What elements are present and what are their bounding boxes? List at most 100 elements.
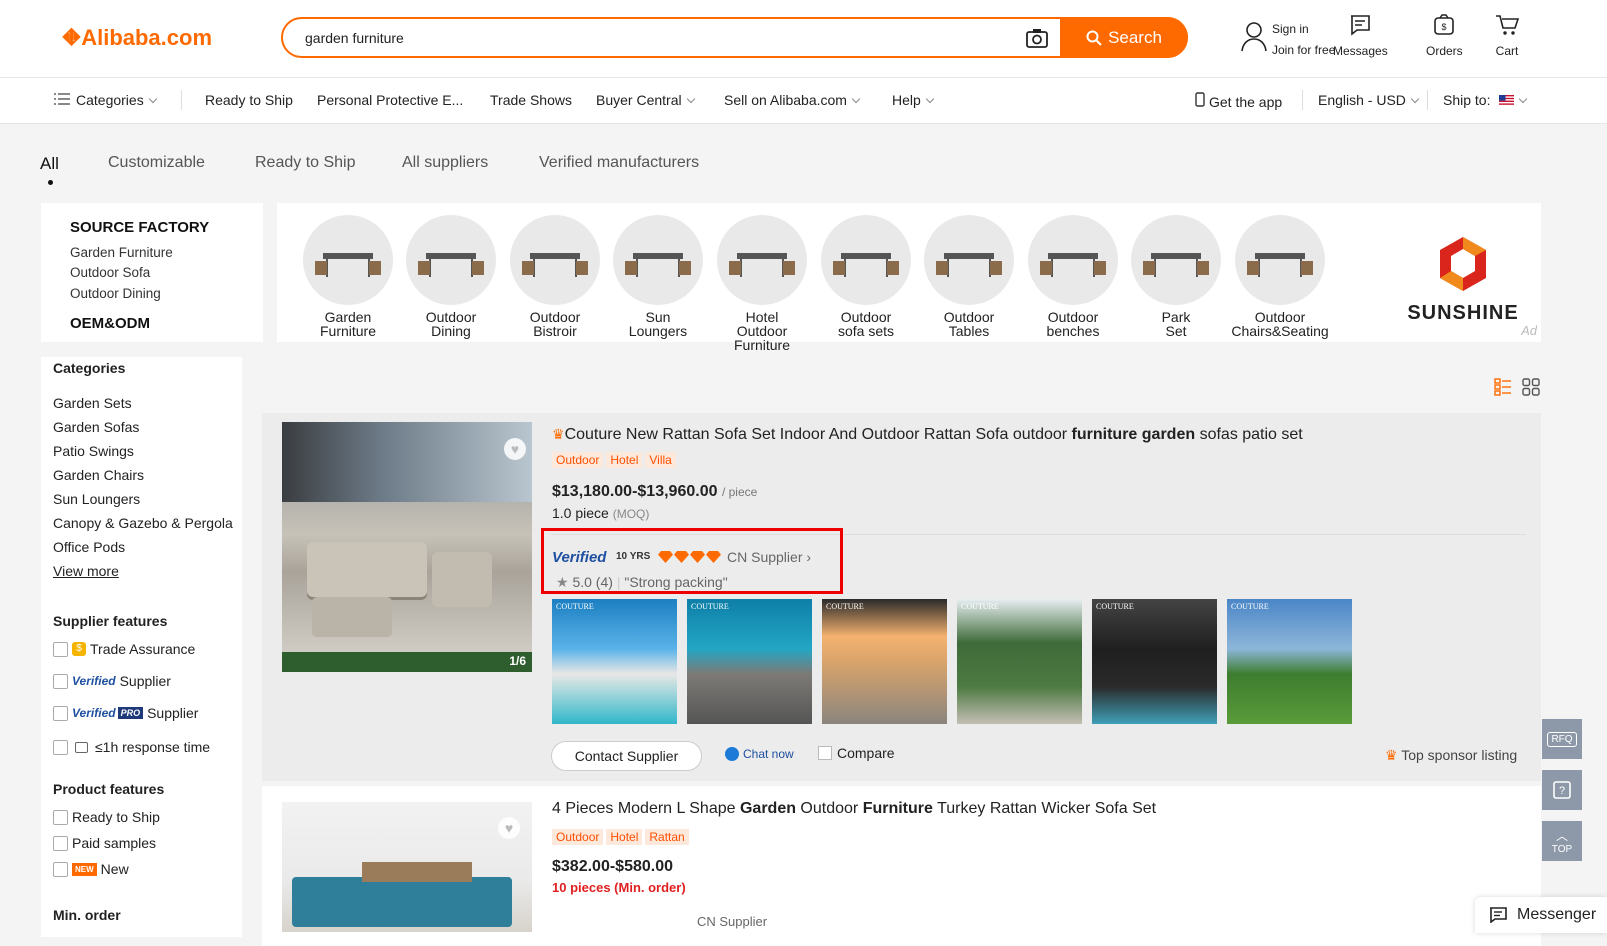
ad-category-item[interactable]: Hotel Outdoor Furniture bbox=[707, 215, 817, 352]
checkbox[interactable] bbox=[53, 673, 68, 689]
nav-help[interactable]: Help bbox=[892, 92, 935, 108]
join-link[interactable]: Join for free bbox=[1272, 43, 1335, 57]
checkbox[interactable] bbox=[53, 705, 68, 721]
checkbox[interactable] bbox=[53, 835, 68, 851]
view-more-link[interactable]: View more bbox=[53, 563, 119, 579]
category-garden-sets[interactable]: Garden Sets bbox=[53, 395, 132, 411]
categories-menu[interactable]: Categories bbox=[54, 92, 157, 108]
back-to-top-button[interactable]: ︿ TOP bbox=[1542, 821, 1582, 861]
alibaba-logo[interactable]: ⛖Alibaba.com bbox=[62, 24, 212, 52]
compare-checkbox[interactable]: Compare bbox=[818, 745, 895, 761]
ad-link-outdoor-sofa[interactable]: Outdoor Sofa bbox=[70, 265, 150, 280]
ad-category-image bbox=[924, 215, 1014, 305]
ad-category-item[interactable]: Outdoor Tables bbox=[914, 215, 1024, 338]
category-sun-loungers[interactable]: Sun Loungers bbox=[53, 491, 140, 507]
tab-ready-to-ship[interactable]: Ready to Ship bbox=[255, 154, 356, 172]
chevron-down-icon bbox=[686, 94, 695, 104]
filter-response-time[interactable]: ≤1h response time bbox=[53, 739, 210, 755]
thumbnail-4[interactable]: COUTURE bbox=[957, 599, 1082, 724]
product-image[interactable] bbox=[282, 802, 532, 932]
ship-to-selector[interactable]: Ship to: bbox=[1443, 92, 1528, 108]
thumbnail-2[interactable]: COUTURE bbox=[687, 599, 812, 724]
filter-verified-supplier[interactable]: Verified Supplier bbox=[53, 673, 171, 689]
thumbnail-3[interactable]: COUTURE bbox=[822, 599, 947, 724]
category-garden-chairs[interactable]: Garden Chairs bbox=[53, 467, 144, 483]
checkbox[interactable] bbox=[53, 861, 68, 877]
supplier-type-link[interactable]: CN Supplier bbox=[697, 914, 767, 929]
nav-trade-shows[interactable]: Trade Shows bbox=[490, 92, 572, 108]
language-selector[interactable]: English - USD bbox=[1318, 92, 1420, 108]
checkbox[interactable] bbox=[53, 739, 68, 755]
get-app-link[interactable]: Get the app bbox=[1195, 92, 1282, 110]
list-view-icon[interactable] bbox=[1494, 378, 1512, 396]
ad-category-item[interactable]: Sun Loungers bbox=[603, 215, 713, 338]
tab-verified-manufacturers[interactable]: Verified manufacturers bbox=[539, 154, 699, 172]
ad-category-item[interactable]: Outdoor Chairs&Seating bbox=[1225, 215, 1335, 338]
thumbnail-6[interactable]: COUTURE bbox=[1227, 599, 1352, 724]
filter-verified-pro-supplier[interactable]: Verified PRO Supplier bbox=[53, 705, 198, 721]
supplier-features-heading: Supplier features bbox=[53, 613, 168, 629]
contact-supplier-button[interactable]: Contact Supplier bbox=[551, 741, 702, 771]
nav-help-label: Help bbox=[892, 92, 921, 108]
ad-banner[interactable]: SOURCE FACTORY Garden Furniture Outdoor … bbox=[41, 203, 1541, 352]
nav-buyer-central[interactable]: Buyer Central bbox=[596, 92, 695, 108]
favorite-heart-icon[interactable]: ♥ bbox=[498, 817, 520, 839]
ad-category-item[interactable]: Outdoor benches bbox=[1018, 215, 1128, 338]
chevron-right-icon: › bbox=[806, 549, 812, 565]
search-button[interactable]: Search bbox=[1060, 17, 1188, 58]
nav-sell[interactable]: Sell on Alibaba.com bbox=[724, 92, 861, 108]
ad-category-item[interactable]: Outdoor Bistroir bbox=[500, 215, 610, 338]
checkbox[interactable] bbox=[53, 641, 68, 657]
cart-menu[interactable]: Cart bbox=[1495, 14, 1520, 58]
sunshine-brand[interactable]: SUNSHINE bbox=[1388, 235, 1538, 325]
sign-in-link[interactable]: Sign in bbox=[1272, 22, 1335, 36]
category-office-pods[interactable]: Office Pods bbox=[53, 539, 125, 555]
new-badge: NEW bbox=[72, 862, 97, 876]
filter-paid-samples[interactable]: Paid samples bbox=[53, 835, 156, 851]
category-patio-swings[interactable]: Patio Swings bbox=[53, 443, 134, 459]
product-image[interactable]: 1/6 bbox=[282, 422, 532, 672]
search-button-label: Search bbox=[1108, 27, 1162, 47]
tab-all[interactable]: All bbox=[40, 154, 59, 174]
filter-new[interactable]: NEW New bbox=[53, 861, 129, 877]
ad-category-item[interactable]: Outdoor sofa sets bbox=[811, 215, 921, 338]
nav-ready-to-ship[interactable]: Ready to Ship bbox=[205, 92, 293, 108]
camera-icon[interactable] bbox=[1026, 28, 1048, 48]
verified-badge[interactable]: Verified bbox=[552, 549, 606, 566]
thumbnail-5[interactable]: COUTURE bbox=[1092, 599, 1217, 724]
feedback-icon[interactable]: ? bbox=[1542, 770, 1582, 810]
ad-category-image bbox=[303, 215, 393, 305]
thumb-brand: COUTURE bbox=[1096, 602, 1134, 611]
image-counter: 1/6 bbox=[509, 654, 526, 668]
supplier-rating[interactable]: ★ 5.0 (4) | "Strong packing" bbox=[556, 574, 728, 591]
ad-category-item[interactable]: Park Set bbox=[1121, 215, 1231, 338]
rfq-button[interactable]: RFQ bbox=[1542, 719, 1582, 759]
category-canopy-gazebo[interactable]: Canopy & Gazebo & Pergola bbox=[53, 515, 233, 531]
filter-trade-assurance[interactable]: $ Trade Assurance bbox=[53, 641, 195, 657]
thumbnail-1[interactable]: COUTURE bbox=[552, 599, 677, 724]
favorite-heart-icon[interactable]: ♥ bbox=[504, 438, 526, 460]
chat-now-link[interactable]: Chat now bbox=[725, 747, 794, 761]
chevron-down-icon bbox=[1519, 94, 1528, 104]
orders-menu[interactable]: $ Orders bbox=[1426, 14, 1463, 58]
product-title[interactable]: ♛Couture New Rattan Sofa Set Indoor And … bbox=[552, 426, 1303, 444]
ad-category-image bbox=[613, 215, 703, 305]
category-garden-sofas[interactable]: Garden Sofas bbox=[53, 419, 139, 435]
tab-all-suppliers[interactable]: All suppliers bbox=[402, 154, 488, 172]
checkbox[interactable] bbox=[53, 809, 68, 825]
checkbox[interactable] bbox=[818, 746, 832, 760]
product-title[interactable]: 4 Pieces Modern L Shape Garden Outdoor F… bbox=[552, 800, 1156, 818]
ad-category-label-line1: Hotel bbox=[745, 309, 779, 325]
messages-menu[interactable]: Messages bbox=[1333, 14, 1388, 58]
search-input[interactable] bbox=[305, 27, 985, 49]
account-menu[interactable]: Sign in Join for free bbox=[1240, 14, 1335, 57]
ad-category-item[interactable]: Garden Furniture bbox=[293, 215, 403, 338]
nav-ppe[interactable]: Personal Protective E... bbox=[317, 92, 463, 108]
supplier-type-link[interactable]: CN Supplier › bbox=[727, 549, 811, 565]
grid-view-icon[interactable] bbox=[1522, 378, 1540, 396]
tab-customizable[interactable]: Customizable bbox=[108, 154, 205, 172]
ad-category-item[interactable]: Outdoor Dining bbox=[396, 215, 506, 338]
filter-ready-to-ship[interactable]: Ready to Ship bbox=[53, 809, 160, 825]
ad-link-garden-furniture[interactable]: Garden Furniture bbox=[70, 245, 173, 260]
ad-link-outdoor-dining[interactable]: Outdoor Dining bbox=[70, 286, 161, 301]
